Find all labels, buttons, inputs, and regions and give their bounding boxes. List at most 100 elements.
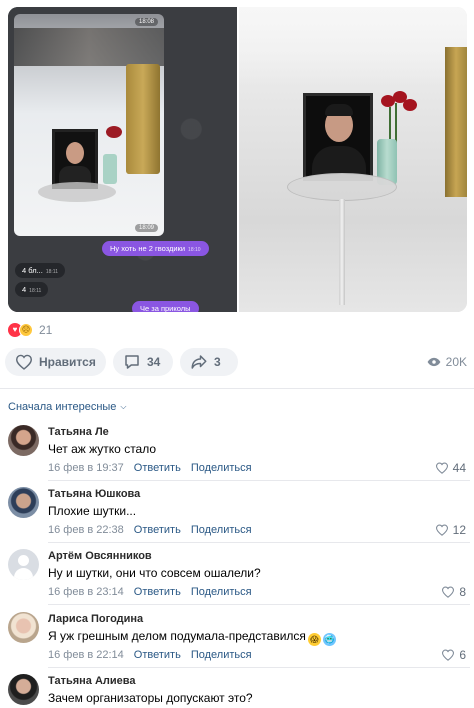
- comments-sort-dropdown[interactable]: Сначала интересные ⌵: [8, 401, 127, 413]
- comments-count: 34: [147, 355, 161, 369]
- comment-separator: [48, 480, 470, 481]
- chat-photo-time: 18:09: [134, 224, 158, 232]
- chat-message-time: 18:11: [29, 288, 42, 294]
- reply-button[interactable]: Ответить: [134, 524, 181, 536]
- share-button[interactable]: 3: [180, 348, 238, 376]
- avatar[interactable]: [8, 674, 39, 705]
- chat-message-time: 18:10: [188, 247, 201, 253]
- avatar[interactable]: [8, 612, 39, 643]
- cold-face-icon: 🥶: [322, 633, 336, 646]
- comment-likes-count: 12: [452, 523, 466, 537]
- comment-text: Плохие шутки...: [48, 504, 137, 518]
- comment-meta: 16 фев в 23:14 Ответить Поделиться: [48, 586, 252, 598]
- chat-message-in: 4 18:11: [15, 282, 49, 297]
- comment-text: Зачем организаторы допускают это?: [48, 691, 253, 705]
- reactions-summary[interactable]: ♥ ☹ 21: [8, 323, 52, 337]
- comment-date[interactable]: 16 фев в 22:38: [48, 524, 124, 536]
- comment-like-button[interactable]: 44: [435, 461, 466, 475]
- comment-meta: 16 фев в 22:38 Ответить Поделиться: [48, 524, 252, 536]
- chat-message-text: Ну хоть не 2 гвоздики: [110, 244, 186, 253]
- comment-likes-count: 8: [459, 585, 466, 599]
- reply-button[interactable]: Ответить: [134, 462, 181, 474]
- comment-like-button[interactable]: 12: [435, 523, 466, 537]
- chat-message-text: 4: [22, 285, 27, 294]
- scene-portrait-frame: [303, 93, 373, 181]
- comment-meta: 16 фев в 22:14 Ответить Поделиться: [48, 649, 252, 661]
- share-comment-button[interactable]: Поделиться: [191, 524, 252, 536]
- heart-outline-icon: [435, 462, 448, 474]
- heart-outline-icon: [442, 649, 455, 661]
- chat-message-time: 18:11: [45, 269, 58, 275]
- share-comment-button[interactable]: Поделиться: [191, 649, 252, 661]
- comment-author[interactable]: Татьяна Алиева: [48, 675, 136, 687]
- comment-author[interactable]: Артём Овсянников: [48, 550, 152, 562]
- memorial-scene: [239, 7, 467, 312]
- reactions-count: 21: [39, 323, 53, 337]
- scene-sky: [239, 7, 467, 87]
- comment-date[interactable]: 16 фев в 19:37: [48, 462, 124, 474]
- comment-author[interactable]: Лариса Погодина: [48, 613, 143, 625]
- comment-like-button[interactable]: 6: [441, 648, 466, 662]
- comment-author[interactable]: Татьяна Юшкова: [48, 488, 140, 500]
- comment-item: Татьяна Ле Чет аж жутко стало 16 фев в 1…: [8, 425, 470, 481]
- reply-button[interactable]: Ответить: [134, 586, 181, 598]
- portrait-hair: [325, 104, 353, 116]
- photo-table: [38, 182, 116, 202]
- views-count: 20K: [445, 355, 467, 369]
- comment-separator: [48, 604, 470, 605]
- comment-item: Татьяна Юшкова Плохие шутки... 16 фев в …: [8, 487, 470, 543]
- scene-table: [287, 173, 397, 201]
- comment-separator: [48, 667, 470, 668]
- comment-item: Татьяна Алиева Зачем организаторы допуск…: [8, 674, 470, 708]
- avatar-placeholder[interactable]: [8, 549, 39, 580]
- sort-label: Сначала интересные: [8, 401, 117, 413]
- comments-button[interactable]: 34: [113, 348, 173, 376]
- share-comment-button[interactable]: Поделиться: [191, 462, 252, 474]
- heart-outline-icon: [15, 354, 33, 370]
- avatar-head: [18, 555, 29, 566]
- divider: [0, 388, 474, 389]
- post-photo-memorial-portrait[interactable]: [239, 7, 467, 312]
- comment-like-button[interactable]: 8: [441, 585, 466, 599]
- red-carnation: [403, 99, 417, 111]
- comment-likes-count: 44: [452, 461, 466, 475]
- chat-message-text: Че за приколы: [140, 304, 191, 312]
- sad-face-icon: ☹: [19, 323, 33, 337]
- comment-item: Артём Овсянников Ну и шутки, они что сов…: [8, 549, 470, 605]
- comment-date[interactable]: 16 фев в 22:14: [48, 649, 124, 661]
- photo-vase: [103, 154, 117, 184]
- heart-outline-icon: [442, 586, 455, 598]
- scene-throne-chair: [445, 47, 467, 197]
- comment-text-body: Я уж грешным делом подумала-представился: [48, 629, 306, 643]
- portrait-face: [66, 142, 84, 164]
- avatar[interactable]: [8, 425, 39, 456]
- eye-icon: [427, 357, 441, 367]
- comment-item: Лариса Погодина Я уж грешным делом подум…: [8, 612, 470, 668]
- share-comment-button[interactable]: Поделиться: [191, 586, 252, 598]
- post-media: 18:08 18:09 Ну хоть не 2 гвоздики 18:10 4…: [8, 7, 467, 312]
- reply-button[interactable]: Ответить: [134, 649, 181, 661]
- chat-message-text: 4 бл...: [22, 266, 43, 275]
- comment-likes-count: 6: [459, 648, 466, 662]
- avatar[interactable]: [8, 487, 39, 518]
- comment-separator: [48, 542, 470, 543]
- like-button[interactable]: Нравится: [5, 348, 106, 376]
- chat-message-out: Ну хоть не 2 гвоздики 18:10: [102, 241, 209, 256]
- comment-author[interactable]: Татьяна Ле: [48, 426, 109, 438]
- comment-text: Я уж грешным делом подумала-представился…: [48, 629, 336, 646]
- chat-message-out: Че за приколы: [132, 301, 199, 312]
- photo-building: [14, 28, 164, 66]
- heart-outline-icon: [435, 524, 448, 536]
- post-actions: Нравится 34 3 20K: [5, 348, 469, 376]
- photo-portrait-frame: [52, 129, 98, 189]
- screaming-face-icon: 😱: [307, 633, 321, 646]
- chat-message-in: 4 бл... 18:11: [15, 263, 65, 278]
- comment-date[interactable]: 16 фев в 23:14: [48, 586, 124, 598]
- post-photo-telegram-screenshot[interactable]: 18:08 18:09 Ну хоть не 2 гвоздики 18:10 4…: [8, 7, 237, 312]
- share-icon: [191, 355, 207, 369]
- avatar-shoulders: [14, 568, 33, 580]
- views-counter: 20K: [427, 348, 467, 376]
- comment-text: Ну и шутки, они что совсем ошалели?: [48, 566, 261, 580]
- photo-flowers: [106, 126, 122, 138]
- comment-meta: 16 фев в 19:37 Ответить Поделиться: [48, 462, 252, 474]
